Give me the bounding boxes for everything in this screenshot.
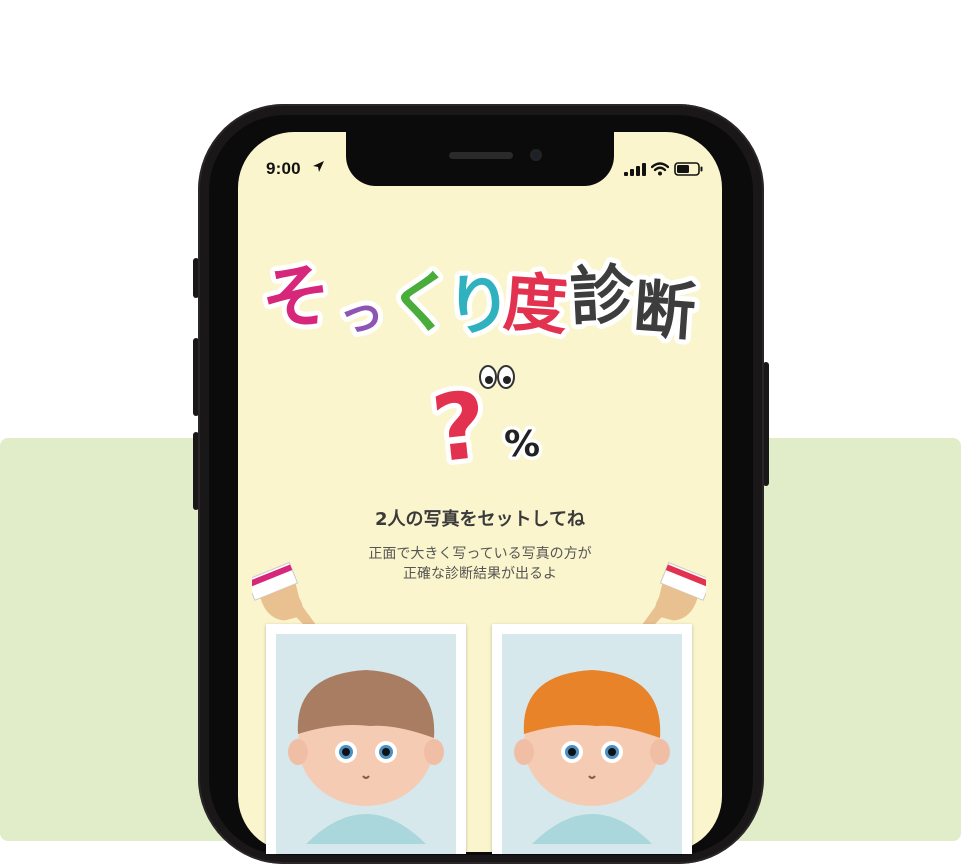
eyes-icon <box>479 365 515 389</box>
photo-slot-right[interactable] <box>492 624 692 854</box>
speaker <box>449 152 513 159</box>
logo-char: 診 <box>568 258 637 335</box>
logo-char: 断 <box>631 272 698 349</box>
logo-char: っ <box>336 285 386 342</box>
notch <box>346 132 614 186</box>
status-time: 9:00 <box>266 159 301 178</box>
boy-avatar-brown-hair-icon <box>288 670 444 844</box>
wifi-icon <box>651 162 669 176</box>
battery-icon <box>674 162 703 176</box>
logo-char: そ <box>258 252 337 343</box>
logo-char: 度 <box>501 266 570 344</box>
photo-placeholder <box>276 634 456 854</box>
photo-slot-left[interactable] <box>266 624 466 854</box>
status-icons <box>624 162 704 176</box>
app-logo: そ っ く り 度 診 断 <box>258 252 703 354</box>
photo-placeholder <box>502 634 682 854</box>
page-heading: 2人の写真をセットしてね <box>375 509 585 530</box>
cellular-signal-icon <box>624 162 646 176</box>
location-icon <box>312 160 325 176</box>
front-camera <box>530 149 542 161</box>
result-unit: % <box>504 424 540 465</box>
result-value: ? <box>428 371 492 470</box>
result-graphic: ? % <box>422 365 544 488</box>
boy-avatar-orange-hair-icon <box>514 670 670 844</box>
result-display: ? % <box>422 360 558 488</box>
